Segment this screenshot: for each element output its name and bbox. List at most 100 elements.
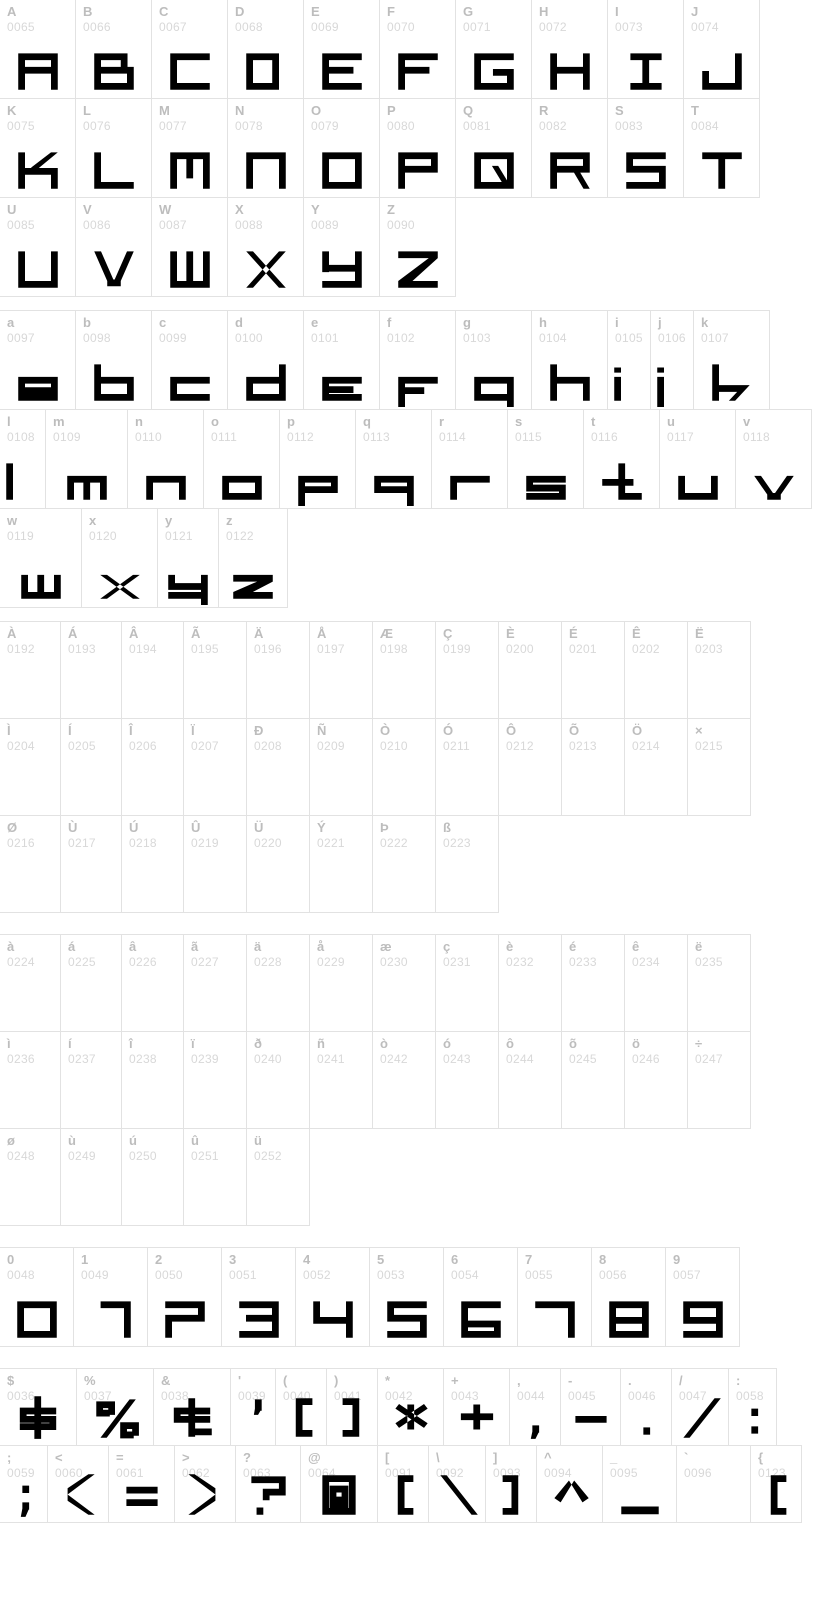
glyph-cell[interactable]: ë 0235 — [687, 934, 751, 1032]
glyph-cell[interactable]: ç 0231 — [435, 934, 499, 1032]
glyph-cell[interactable]: ] 0093 — [485, 1445, 537, 1523]
glyph-cell[interactable]: X 0088 — [227, 197, 304, 297]
glyph-cell[interactable]: :0058 — [728, 1368, 777, 1446]
glyph-cell[interactable]: æ 0230 — [372, 934, 436, 1032]
glyph-cell[interactable]: Z 0090 — [379, 197, 456, 297]
glyph-cell[interactable]: Ú 0218 — [121, 815, 184, 913]
glyph-cell[interactable]: I 0073 — [607, 0, 684, 99]
glyph-cell[interactable]: ; 0059 — [0, 1445, 48, 1523]
glyph-cell[interactable]: Ï 0207 — [183, 718, 247, 816]
glyph-cell[interactable]: ä 0228 — [246, 934, 310, 1032]
glyph-cell[interactable]: /0047 — [671, 1368, 729, 1446]
glyph-cell[interactable]: ø 0248 — [0, 1128, 61, 1226]
glyph-cell[interactable]: Ë 0203 — [687, 621, 751, 719]
glyph-cell[interactable]: 1 0049 — [73, 1247, 148, 1347]
glyph-cell[interactable]: ü 0252 — [246, 1128, 310, 1226]
glyph-cell[interactable]: 3 0051 — [221, 1247, 296, 1347]
glyph-cell[interactable]: V 0086 — [75, 197, 152, 297]
glyph-cell[interactable]: _ 0095 — [602, 1445, 677, 1523]
glyph-cell[interactable]: W 0087 — [151, 197, 228, 297]
glyph-cell[interactable]: ) 0041 — [326, 1368, 378, 1446]
glyph-cell[interactable]: = 0061 — [108, 1445, 175, 1523]
glyph-cell[interactable]: \ 0092 — [428, 1445, 486, 1523]
glyph-cell[interactable]: J 0074 — [683, 0, 760, 99]
glyph-cell[interactable]: Û 0219 — [183, 815, 247, 913]
glyph-cell[interactable]: g 0103 — [455, 310, 532, 410]
glyph-cell[interactable]: Ì 0204 — [0, 718, 61, 816]
glyph-cell[interactable]: >0062 — [174, 1445, 236, 1523]
glyph-cell[interactable]: E 0069 — [303, 0, 380, 99]
glyph-cell[interactable]: & 0038 — [153, 1368, 231, 1446]
glyph-cell[interactable]: Ö 0214 — [624, 718, 688, 816]
glyph-cell[interactable]: ú 0250 — [121, 1128, 184, 1226]
glyph-cell[interactable]: ^ 0094 — [536, 1445, 603, 1523]
glyph-cell[interactable]: ö 0246 — [624, 1031, 688, 1129]
glyph-cell[interactable]: G 0071 — [455, 0, 532, 99]
glyph-cell[interactable]: î 0238 — [121, 1031, 184, 1129]
glyph-cell[interactable]: [0091 — [377, 1445, 429, 1523]
glyph-cell[interactable]: 6 0054 — [443, 1247, 518, 1347]
glyph-cell[interactable]: 8 0056 — [591, 1247, 666, 1347]
glyph-cell[interactable]: ì 0236 — [0, 1031, 61, 1129]
glyph-cell[interactable]: , 0044 — [509, 1368, 561, 1446]
glyph-cell[interactable]: é 0233 — [561, 934, 625, 1032]
glyph-cell[interactable]: Á 0193 — [60, 621, 122, 719]
glyph-cell[interactable]: w 0119 — [0, 508, 82, 608]
glyph-cell[interactable]: $0036 — [0, 1368, 77, 1446]
glyph-cell[interactable]: p 0112 — [279, 409, 356, 509]
glyph-cell[interactable]: % 0037 — [76, 1368, 154, 1446]
glyph-cell[interactable]: a 0097 — [0, 310, 76, 410]
glyph-cell[interactable]: C 0067 — [151, 0, 228, 99]
glyph-cell[interactable]: ã 0227 — [183, 934, 247, 1032]
glyph-cell[interactable]: 0 0048 — [0, 1247, 74, 1347]
glyph-cell[interactable]: H 0072 — [531, 0, 608, 99]
glyph-cell[interactable]: Í 0205 — [60, 718, 122, 816]
glyph-cell[interactable]: ù 0249 — [60, 1128, 122, 1226]
glyph-cell[interactable]: -0045 — [560, 1368, 621, 1446]
glyph-cell[interactable]: 2 0050 — [147, 1247, 222, 1347]
glyph-cell[interactable]: @0064 — [300, 1445, 378, 1523]
glyph-cell[interactable]: q 0113 — [355, 409, 432, 509]
glyph-cell[interactable]: È 0200 — [498, 621, 562, 719]
glyph-cell[interactable]: Q 0081 — [455, 98, 532, 198]
glyph-cell[interactable]: Ø 0216 — [0, 815, 61, 913]
glyph-cell[interactable]: t 0116 — [583, 409, 660, 509]
glyph-cell[interactable]: Ý 0221 — [309, 815, 373, 913]
glyph-cell[interactable]: z 0122 — [218, 508, 288, 608]
glyph-cell[interactable]: Î 0206 — [121, 718, 184, 816]
glyph-cell[interactable]: â 0226 — [121, 934, 184, 1032]
glyph-cell[interactable]: õ 0245 — [561, 1031, 625, 1129]
glyph-cell[interactable]: Ä 0196 — [246, 621, 310, 719]
glyph-cell[interactable]: Ð 0208 — [246, 718, 310, 816]
glyph-cell[interactable]: ñ 0241 — [309, 1031, 373, 1129]
glyph-cell[interactable]: f 0102 — [379, 310, 456, 410]
glyph-cell[interactable]: +0043 — [443, 1368, 510, 1446]
glyph-cell[interactable]: i 0105 — [607, 310, 651, 410]
glyph-cell[interactable]: å 0229 — [309, 934, 373, 1032]
glyph-cell[interactable]: {0123 — [750, 1445, 802, 1523]
glyph-cell[interactable]: M 0077 — [151, 98, 228, 198]
glyph-cell[interactable]: k 0107 — [693, 310, 770, 410]
glyph-cell[interactable]: è 0232 — [498, 934, 562, 1032]
glyph-cell[interactable]: L 0076 — [75, 98, 152, 198]
glyph-cell[interactable]: 4 0052 — [295, 1247, 370, 1347]
glyph-cell[interactable]: (0040 — [275, 1368, 327, 1446]
glyph-cell[interactable]: r 0114 — [431, 409, 508, 509]
glyph-cell[interactable]: v 0118 — [735, 409, 812, 509]
glyph-cell[interactable]: Y 0089 — [303, 197, 380, 297]
glyph-cell[interactable]: S 0083 — [607, 98, 684, 198]
glyph-cell[interactable]: ` 0096 — [676, 1445, 751, 1523]
glyph-cell[interactable]: û 0251 — [183, 1128, 247, 1226]
glyph-cell[interactable]: F 0070 — [379, 0, 456, 99]
glyph-cell[interactable]: o 0111 — [203, 409, 280, 509]
glyph-cell[interactable]: D 0068 — [227, 0, 304, 99]
glyph-cell[interactable]: Ã 0195 — [183, 621, 247, 719]
glyph-cell[interactable]: B 0066 — [75, 0, 152, 99]
glyph-cell[interactable]: Â 0194 — [121, 621, 184, 719]
glyph-cell[interactable]: Ü 0220 — [246, 815, 310, 913]
glyph-cell[interactable]: á 0225 — [60, 934, 122, 1032]
glyph-cell[interactable]: ï 0239 — [183, 1031, 247, 1129]
glyph-cell[interactable]: à 0224 — [0, 934, 61, 1032]
glyph-cell[interactable]: N 0078 — [227, 98, 304, 198]
glyph-cell[interactable]: 5 0053 — [369, 1247, 444, 1347]
